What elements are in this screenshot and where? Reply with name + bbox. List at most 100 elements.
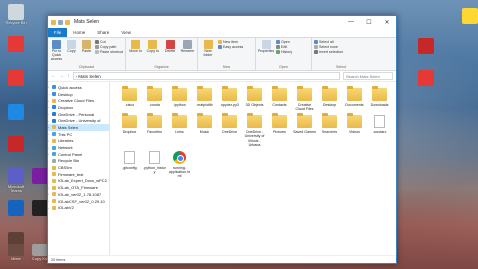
desktop-icon[interactable] [412,38,440,55]
file-item[interactable]: .condarc [368,115,391,147]
organize-group: Move to Copy to Delete Rename Organize [126,38,198,70]
up-arrow-icon[interactable]: ↑ [67,73,70,79]
folder-item[interactable]: .spyder-py3 [218,86,241,111]
nav-item[interactable]: › IOLab_OTA_Firmware [48,184,109,191]
file-item[interactable]: running-application.html [168,150,191,178]
nav-item[interactable]: › Mats Selen [48,124,109,131]
folder-item[interactable]: OneDrive - University of Illinois - Urba… [243,113,266,147]
desktop-icon[interactable] [2,104,30,121]
nav-item[interactable]: › Network [48,144,109,151]
folder-item[interactable]: Downloads [368,86,391,111]
item-label: OneDrive - University of Illinois - Urba… [244,130,265,147]
tab-share[interactable]: Share [91,28,115,37]
nav-item[interactable]: › IOLab_ver02_1.78.1087 [48,191,109,198]
folder-icon [197,86,212,101]
desktop-icon[interactable] [2,70,30,87]
desktop-icon[interactable] [456,8,478,25]
folder-item[interactable]: .conda [143,86,166,111]
folder-item[interactable]: Dropbox [118,113,141,147]
tab-home[interactable]: Home [67,28,91,37]
nav-item[interactable]: Firmware_test [48,171,109,178]
ribbon-tabs: File Home Share View [48,28,396,37]
nav-item[interactable]: IOLab_Expert_Docs_wPC2 [48,178,109,185]
move-to-button[interactable]: Move to [128,40,143,65]
open-button[interactable]: Open [276,40,292,44]
properties-button[interactable]: Properties [258,40,274,65]
folder-item[interactable]: Favorites [143,113,166,147]
maximize-button[interactable]: ☐ [360,16,378,28]
folder-item[interactable]: .cisco [118,86,141,111]
nav-item[interactable]: › Libraries [48,138,109,145]
folder-item[interactable]: Links [168,113,191,147]
app-icon [8,200,24,216]
nav-item[interactable]: Recycle Bin [48,158,109,165]
select-none-label: Select none [319,45,338,49]
nav-item[interactable]: › Control Panel [48,151,109,158]
minimize-button[interactable]: — [342,16,360,28]
invert-selection-button[interactable]: Invert selection [314,50,343,54]
invert-selection-icon [314,50,318,54]
paste-shortcut-button[interactable]: Paste shortcut [95,50,123,54]
copy-to-button[interactable]: Copy to [145,40,160,65]
nav-item[interactable]: ⌄ Desktop [48,91,109,98]
tab-file[interactable]: File [48,28,68,37]
cut-button[interactable]: Cut [95,40,123,44]
folder-item[interactable]: Saved Games [293,113,316,147]
copy-button[interactable]: Copy [65,40,78,65]
folder-item[interactable]: .matplotlib [193,86,216,111]
nav-item[interactable]: › OneDrive - University of [48,117,109,124]
folder-item[interactable]: .ipython [168,86,191,111]
nav-item[interactable]: › Quick access [48,84,109,91]
edit-button[interactable]: Edit [276,45,292,49]
nav-item-label: Recycle Bin [58,158,80,164]
nav-item-label: OneDrive - University of [58,118,101,124]
file-item[interactable]: .python_history [143,150,166,178]
nav-item[interactable]: › IOLabCSF_ver02_0.29.10 [48,198,109,205]
desktop-icon[interactable]: Recycle Bin [2,4,30,25]
new-folder-quick-icon[interactable] [65,19,70,25]
tab-view[interactable]: View [115,28,137,37]
folder-item[interactable]: Music [193,113,216,147]
nav-item[interactable]: › Dropbox [48,104,109,111]
properties-quick-icon[interactable] [58,19,63,25]
search-input[interactable]: Search Mats Selen [343,72,393,80]
folder-item[interactable]: Videos [343,113,366,147]
folder-item[interactable]: Creative Cloud Files [293,86,316,111]
nav-item-label: Desktop [58,91,73,97]
back-arrow-icon[interactable]: ← [51,73,56,79]
folder-item[interactable]: Searches [318,113,341,147]
folder-item[interactable]: Contacts [268,86,291,111]
forward-arrow-icon[interactable]: → [59,73,64,79]
folder-item[interactable]: 3D Objects [243,86,266,111]
nav-item[interactable]: › This PC [48,131,109,138]
copy-path-button[interactable]: Copy path [95,45,123,49]
desktop-icon[interactable] [412,70,440,87]
status-bar: 25 items [48,255,396,263]
address-bar[interactable]: › Mats Selen [72,72,340,80]
select-none-button[interactable]: Select none [314,45,343,49]
history-button[interactable]: History [276,50,292,54]
select-all-button[interactable]: Select all [314,40,343,44]
rename-button[interactable]: Rename [180,40,195,65]
paste-button[interactable]: Paste [80,40,93,65]
file-item[interactable]: .gitconfig [118,150,141,178]
desktop-icon[interactable] [2,36,30,53]
close-button[interactable]: ✕ [378,16,396,28]
folder-item[interactable]: OneDrive [218,113,241,147]
nav-item[interactable]: › Creative Cloud Files [48,97,109,104]
pin-quick-access-button[interactable]: Pin to Quick access [50,40,63,65]
new-item-button[interactable]: New item [218,40,243,44]
nav-item-label: IOLabV2 [58,205,74,211]
folder-item[interactable]: Documents [343,86,366,111]
desktop-icon-label: Copy Kid [31,256,49,261]
new-folder-button[interactable]: New folder [200,40,216,65]
delete-button[interactable]: Delete [163,40,178,65]
folder-item[interactable]: Desktop [318,86,341,111]
folder-item[interactable]: Pictures [268,113,291,147]
document-icon [149,150,160,164]
nav-item[interactable]: › IOLabV2 [48,204,109,211]
nav-item[interactable]: › OneDrive - Personal [48,111,109,118]
desktop-icon[interactable] [2,136,30,153]
easy-access-button[interactable]: Easy access [218,45,243,49]
nav-item[interactable]: CBS5m [48,164,109,171]
